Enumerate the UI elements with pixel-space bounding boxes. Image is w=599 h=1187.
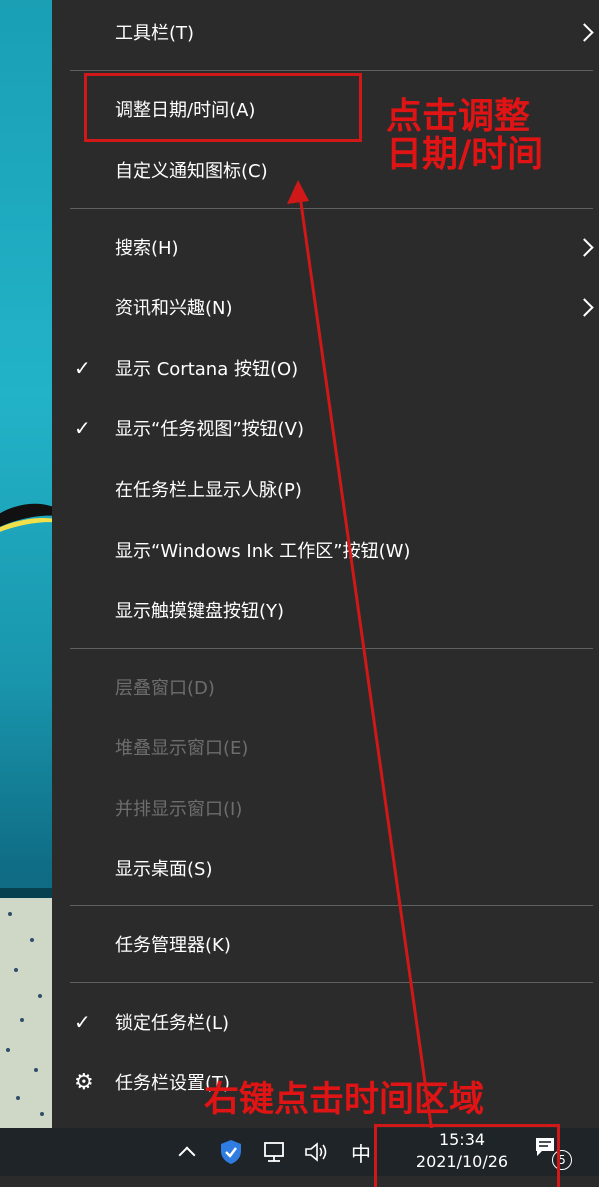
menu-item-side-by-side-windows: 并排显示窗口(I) bbox=[52, 786, 599, 830]
menu-item-label: 搜索(H) bbox=[115, 238, 179, 259]
menu-separator bbox=[70, 208, 593, 209]
checkmark-icon: ✓ bbox=[74, 1010, 91, 1034]
menu-item-label: 自定义通知图标(C) bbox=[115, 161, 268, 182]
network-tray-button[interactable] bbox=[258, 1128, 292, 1176]
menu-item-label: 在任务栏上显示人脉(P) bbox=[115, 480, 302, 501]
menu-item-label: 锁定任务栏(L) bbox=[115, 1013, 230, 1034]
shield-icon bbox=[221, 1140, 241, 1164]
security-tray-button[interactable] bbox=[214, 1128, 248, 1176]
wallpaper-map bbox=[0, 898, 52, 1128]
menu-separator bbox=[70, 982, 593, 983]
show-hidden-icons-button[interactable] bbox=[173, 1128, 201, 1176]
menu-item-label: 并排显示窗口(I) bbox=[115, 799, 243, 820]
menu-item-show-people[interactable]: 在任务栏上显示人脉(P) bbox=[52, 467, 599, 511]
menu-item-label: 任务管理器(K) bbox=[115, 935, 231, 956]
menu-item-label: 显示“Windows Ink 工作区”按钮(W) bbox=[115, 541, 411, 562]
menu-item-show-ink-workspace[interactable]: 显示“Windows Ink 工作区”按钮(W) bbox=[52, 528, 599, 572]
gear-icon: ⚙ bbox=[74, 1069, 94, 1095]
annotation-click-adjust: 点击调整 日期/时间 bbox=[386, 95, 544, 175]
menu-item-show-task-view[interactable]: ✓ 显示“任务视图”按钮(V) bbox=[52, 406, 599, 450]
annotation-highlight-clock bbox=[374, 1124, 560, 1187]
menu-item-task-manager[interactable]: 任务管理器(K) bbox=[52, 922, 599, 966]
wallpaper-band bbox=[0, 888, 52, 898]
menu-item-stacked-windows: 堆叠显示窗口(E) bbox=[52, 725, 599, 769]
menu-separator bbox=[70, 70, 593, 71]
chevron-right-icon bbox=[575, 237, 594, 257]
menu-item-label: 层叠窗口(D) bbox=[115, 678, 215, 699]
menu-item-label: 显示“任务视图”按钮(V) bbox=[115, 419, 305, 440]
menu-item-show-cortana[interactable]: ✓ 显示 Cortana 按钮(O) bbox=[52, 346, 599, 390]
volume-icon bbox=[305, 1142, 327, 1162]
menu-item-label: 显示桌面(S) bbox=[115, 859, 213, 880]
network-icon bbox=[264, 1142, 284, 1162]
menu-item-toolbars[interactable]: 工具栏(T) bbox=[52, 10, 599, 54]
menu-item-label: 资讯和兴趣(N) bbox=[115, 298, 233, 319]
menu-item-label: 显示 Cortana 按钮(O) bbox=[115, 359, 299, 380]
menu-separator bbox=[70, 905, 593, 906]
menu-item-label: 显示触摸键盘按钮(Y) bbox=[115, 601, 285, 622]
checkmark-icon: ✓ bbox=[74, 356, 91, 380]
chevron-right-icon bbox=[575, 297, 594, 317]
annotation-line: 日期/时间 bbox=[386, 132, 544, 175]
desktop-wallpaper bbox=[0, 0, 52, 1128]
annotation-right-click-time: 右键点击时间区域 bbox=[204, 1079, 485, 1120]
menu-item-search[interactable]: 搜索(H) bbox=[52, 225, 599, 269]
menu-item-show-touch-keyboard[interactable]: 显示触摸键盘按钮(Y) bbox=[52, 588, 599, 632]
menu-item-cascade-windows: 层叠窗口(D) bbox=[52, 665, 599, 709]
annotation-highlight-adjust-datetime bbox=[84, 73, 362, 142]
chevron-up-icon bbox=[178, 1146, 196, 1164]
menu-item-label: 工具栏(T) bbox=[115, 23, 195, 44]
chevron-right-icon bbox=[575, 22, 594, 42]
menu-item-news-interests[interactable]: 资讯和兴趣(N) bbox=[52, 285, 599, 329]
menu-separator bbox=[70, 648, 593, 649]
menu-item-show-desktop[interactable]: 显示桌面(S) bbox=[52, 846, 599, 890]
menu-item-lock-taskbar[interactable]: ✓ 锁定任务栏(L) bbox=[52, 1000, 599, 1044]
menu-item-label: 堆叠显示窗口(E) bbox=[115, 738, 249, 759]
ime-indicator[interactable]: 中 bbox=[344, 1128, 378, 1176]
annotation-line: 点击调整 bbox=[386, 95, 531, 137]
checkmark-icon: ✓ bbox=[74, 416, 91, 440]
volume-tray-button[interactable] bbox=[300, 1128, 334, 1176]
